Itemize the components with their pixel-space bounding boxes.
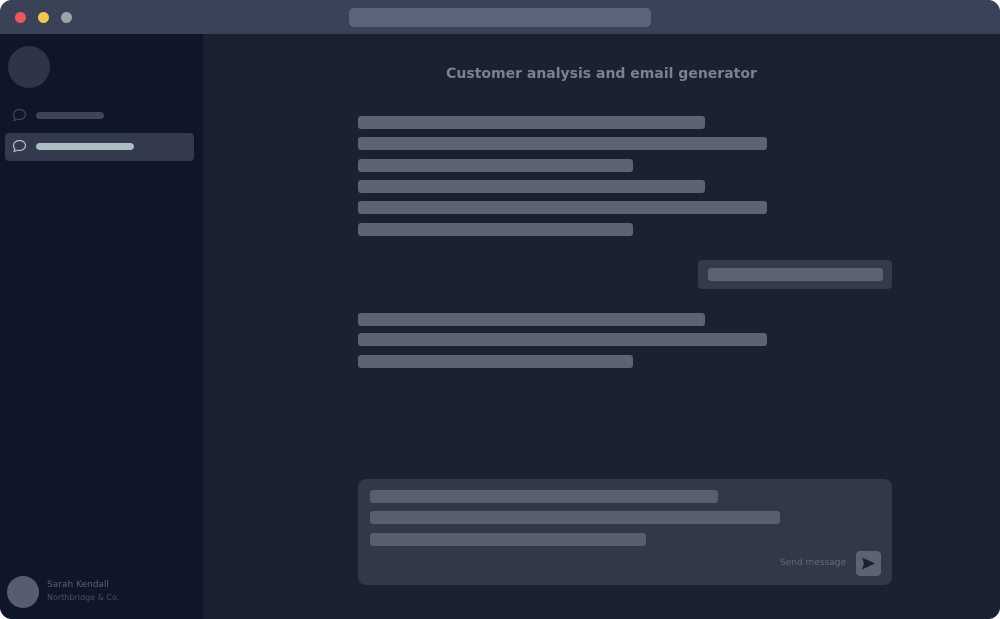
minimize-window-button[interactable] — [38, 12, 49, 23]
composer-text-placeholder — [370, 511, 780, 524]
message-composer[interactable]: Send message — [358, 479, 892, 585]
chat-bubble-icon — [12, 108, 27, 122]
message-line-placeholder — [358, 313, 705, 326]
title-bar — [0, 0, 1000, 34]
user-message — [698, 260, 892, 289]
user-avatar[interactable] — [7, 576, 39, 608]
message-line-placeholder — [358, 355, 633, 368]
address-bar[interactable] — [349, 8, 651, 27]
send-message-label: Send message — [780, 558, 846, 568]
chat-bubble-icon — [12, 139, 27, 153]
message-line-placeholder — [358, 180, 705, 193]
message-line-placeholder — [708, 268, 883, 281]
sidebar-conversation-item[interactable] — [5, 102, 194, 130]
send-button[interactable] — [856, 551, 881, 576]
send-arrow-icon — [862, 557, 875, 570]
maximize-window-button[interactable] — [61, 12, 72, 23]
close-window-button[interactable] — [15, 12, 26, 23]
user-organization: Northbridge & Co. — [47, 593, 120, 602]
message-line-placeholder — [358, 333, 767, 346]
user-name: Sarah Kendall — [47, 580, 109, 590]
composer-text-placeholder — [370, 490, 718, 503]
message-line-placeholder — [358, 201, 767, 214]
app-window: Sarah Kendall Northbridge & Co. Customer… — [0, 0, 1000, 619]
workspace-avatar[interactable] — [8, 46, 50, 88]
message-line-placeholder — [358, 159, 633, 172]
message-line-placeholder — [358, 137, 767, 150]
sidebar: Sarah Kendall Northbridge & Co. — [0, 34, 203, 619]
sidebar-conversation-item-selected[interactable] — [5, 133, 194, 161]
composer-text-placeholder — [370, 533, 646, 546]
sidebar-item-label-placeholder — [36, 112, 104, 119]
sidebar-item-label-placeholder — [36, 143, 134, 150]
page-title: Customer analysis and email generator — [446, 66, 757, 82]
message-line-placeholder — [358, 116, 705, 129]
message-line-placeholder — [358, 223, 633, 236]
chat-main-panel: Customer analysis and email generator Se… — [203, 34, 1000, 619]
